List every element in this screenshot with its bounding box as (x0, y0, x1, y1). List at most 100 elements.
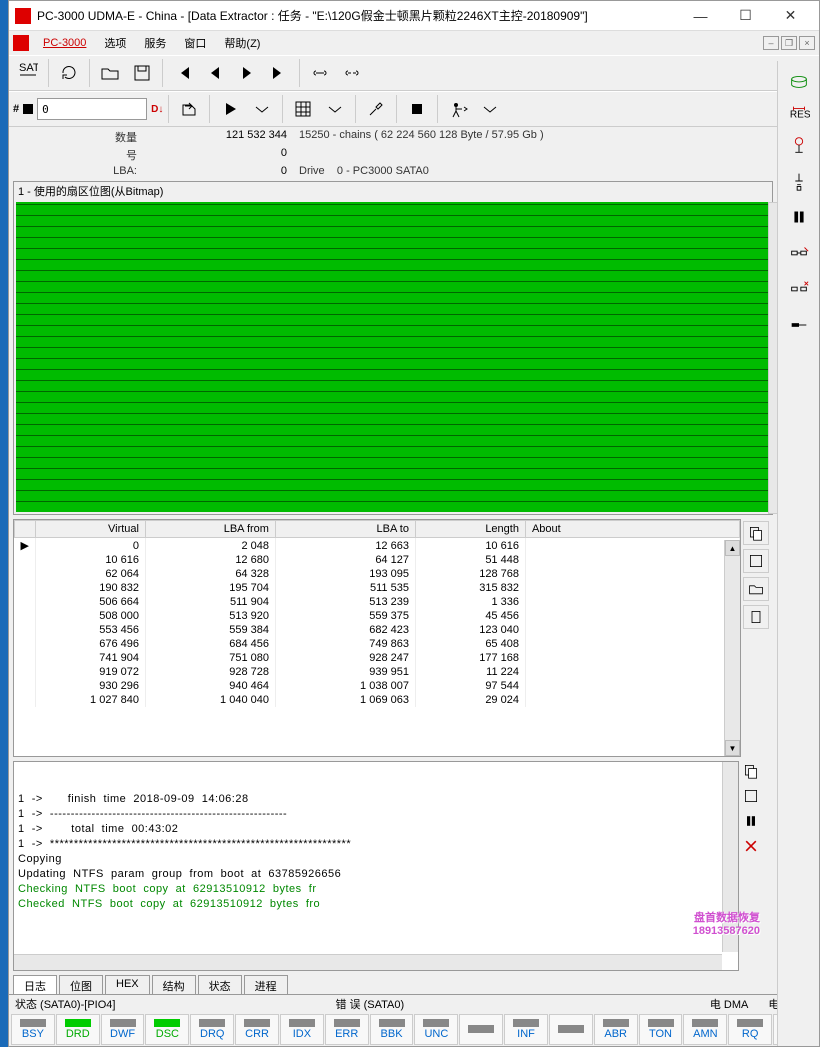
log-scrollbar-h[interactable] (14, 954, 722, 970)
table-row[interactable]: 190 832195 704511 535315 832 (15, 581, 740, 595)
status-left-label: 状态 (SATA0)-[PIO4] (15, 996, 115, 1012)
sata0-button[interactable]: SATA0 (13, 58, 43, 88)
log-pause-button[interactable] (743, 813, 771, 832)
log-line: 1 -> total time 00:43:02 (18, 822, 734, 837)
status-cell-crr: CRR (235, 1014, 279, 1045)
titlebar: PC-3000 UDMA-E - China - [Data Extractor… (9, 1, 819, 31)
lba-label: LBA: (17, 165, 137, 177)
log-save-button[interactable] (743, 788, 771, 807)
qty-value: 121 532 344 (143, 129, 293, 145)
stop-button[interactable] (402, 94, 432, 124)
status-err-label: 错 误 (SATA0) (335, 996, 404, 1012)
last-button[interactable] (264, 58, 294, 88)
table-row[interactable]: 741 904751 080928 247177 168 (15, 651, 740, 665)
status-cell-ton: TON (639, 1014, 683, 1045)
pause2-button[interactable] (783, 201, 815, 233)
table-scrollbar[interactable]: ▲ ▼ (724, 540, 740, 756)
unchain-button[interactable] (783, 273, 815, 305)
scroll-down-icon[interactable]: ▼ (725, 740, 740, 756)
chain-button[interactable] (783, 237, 815, 269)
toolbar-1: SATA0 (9, 55, 819, 91)
save-table-button[interactable] (743, 549, 769, 573)
status-cell-bsy: BSY (11, 1014, 55, 1045)
table-row[interactable]: 553 456559 384682 423123 040 (15, 623, 740, 637)
refresh-button[interactable] (54, 58, 84, 88)
doc-button[interactable] (743, 605, 769, 629)
link-button[interactable] (305, 58, 335, 88)
col-lba-to[interactable]: LBA to (275, 521, 415, 538)
sector-table[interactable]: Virtual LBA from LBA to Length About ▶02… (13, 519, 741, 757)
exit-button[interactable] (443, 94, 473, 124)
app-icon (15, 8, 31, 24)
grid-dropdown[interactable] (320, 94, 350, 124)
num-label: 号 (17, 147, 137, 163)
mdi-close-button[interactable]: × (799, 36, 815, 50)
tab-hex[interactable]: HEX (105, 975, 150, 994)
prev-button[interactable] (200, 58, 230, 88)
hash-input[interactable] (37, 98, 147, 120)
tab-process[interactable]: 进程 (244, 975, 288, 994)
tab-status[interactable]: 状态 (198, 975, 242, 994)
window-title: PC-3000 UDMA-E - China - [Data Extractor… (37, 7, 678, 24)
col-length[interactable]: Length (415, 521, 525, 538)
table-row[interactable]: ▶02 04812 66310 616 (15, 538, 740, 554)
table-row[interactable]: 10 61612 68064 12751 448 (15, 553, 740, 567)
next-button[interactable] (232, 58, 262, 88)
tab-log[interactable]: 日志 (13, 975, 57, 994)
play-dropdown[interactable] (247, 94, 277, 124)
power-button[interactable] (783, 65, 815, 97)
tab-struct[interactable]: 结构 (152, 975, 196, 994)
status-cell-bbk: BBK (370, 1014, 414, 1045)
mdi-restore-button[interactable]: ❐ (781, 36, 797, 50)
marker-icon (23, 104, 33, 114)
save-button[interactable] (127, 58, 157, 88)
unlink-button[interactable] (337, 58, 367, 88)
minimize-button[interactable]: — (678, 2, 723, 30)
log-copy-button[interactable] (743, 763, 771, 782)
probe-button[interactable] (783, 165, 815, 197)
status-cell-label: RQ (742, 1028, 759, 1040)
menu-help[interactable]: 帮助(Z) (216, 32, 268, 54)
grid-button[interactable] (288, 94, 318, 124)
status-light (513, 1019, 539, 1027)
table-row[interactable]: 676 496684 456749 86365 408 (15, 637, 740, 651)
menu-app[interactable]: PC-3000 (35, 34, 94, 52)
table-row[interactable]: 508 000513 920559 37545 456 (15, 609, 740, 623)
table-row[interactable]: 506 664511 904513 2391 336 (15, 595, 740, 609)
play-button[interactable] (215, 94, 245, 124)
menu-window[interactable]: 窗口 (176, 32, 214, 54)
log-panel[interactable]: 1 -> finish time 2018-09-09 14:06:281 ->… (13, 761, 739, 971)
exit-dropdown[interactable] (475, 94, 505, 124)
table-row[interactable]: 919 072928 728939 95111 224 (15, 665, 740, 679)
tools-button[interactable] (361, 94, 391, 124)
reset-button[interactable]: RESET (783, 101, 815, 125)
scroll-up-icon[interactable]: ▲ (725, 540, 740, 556)
status-cell-label: ERR (335, 1028, 358, 1040)
first-button[interactable] (168, 58, 198, 88)
maximize-button[interactable]: ☐ (723, 2, 768, 30)
col-virtual[interactable]: Virtual (35, 521, 145, 538)
menu-options[interactable]: 选项 (96, 32, 134, 54)
bitmap-grid[interactable] (16, 202, 770, 512)
mdi-min-button[interactable]: – (763, 36, 779, 50)
tab-bitmap[interactable]: 位图 (59, 975, 103, 994)
menu-services[interactable]: 服务 (136, 32, 174, 54)
log-scrollbar-v[interactable] (722, 762, 738, 952)
open-table-button[interactable] (743, 577, 769, 601)
copy-button[interactable] (743, 521, 769, 545)
log-clear-button[interactable] (743, 838, 771, 857)
close-button[interactable]: ✕ (768, 2, 813, 30)
sidebar: RESET (777, 61, 819, 1046)
status-light (692, 1019, 718, 1027)
export-button[interactable] (174, 94, 204, 124)
table-row[interactable]: 62 06464 328193 095128 768 (15, 567, 740, 581)
status-cell-label: ABR (604, 1028, 627, 1040)
table-row[interactable]: 930 296940 4641 038 00797 544 (15, 679, 740, 693)
oscilloscope-button[interactable] (783, 129, 815, 161)
col-lba-from[interactable]: LBA from (145, 521, 275, 538)
open-button[interactable] (95, 58, 125, 88)
connector-button[interactable] (783, 309, 815, 341)
table-row[interactable]: 1 027 8401 040 0401 069 06329 024 (15, 693, 740, 707)
log-line: 1 -> ***********************************… (18, 837, 734, 852)
col-about[interactable]: About (525, 521, 739, 538)
